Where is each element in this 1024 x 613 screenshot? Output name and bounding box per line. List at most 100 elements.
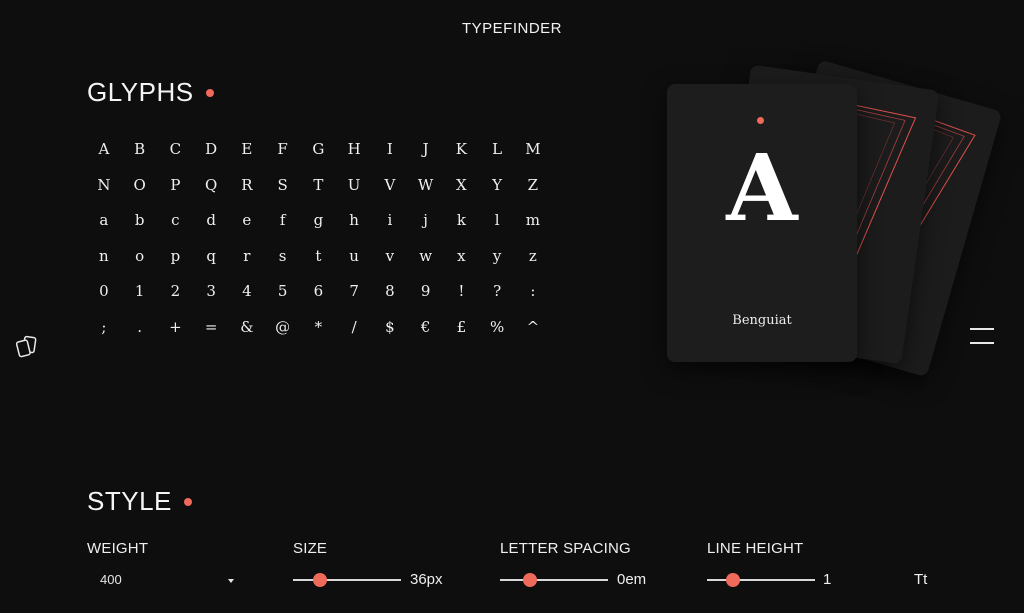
glyph-cell[interactable]: ^ xyxy=(515,315,551,351)
glyph-cell[interactable]: v xyxy=(372,244,408,280)
glyph-grid: ABCDEFGHIJKLM NOPQRSTUVWXYZabcdefghijklm n… xyxy=(86,137,551,351)
line-height-value: 1 xyxy=(823,571,832,588)
text-case-toggle[interactable]: Tt xyxy=(914,571,927,588)
glyph-cell[interactable]: z xyxy=(515,244,551,280)
glyph-cell[interactable]: k xyxy=(444,208,480,244)
glyph-cell[interactable]: P xyxy=(158,173,194,209)
glyph-cell[interactable]: Z xyxy=(515,173,551,209)
glyph-cell[interactable]: S xyxy=(265,173,301,209)
glyph-cell[interactable]: M xyxy=(515,137,551,173)
glyph-cell[interactable]: Q xyxy=(193,173,229,209)
glyph-cell[interactable]: F xyxy=(265,137,301,173)
letter-spacing-slider[interactable] xyxy=(500,572,608,588)
glyph-cell[interactable]: I xyxy=(372,137,408,173)
line-height-slider[interactable] xyxy=(707,572,815,588)
glyph-cell[interactable]: b xyxy=(122,208,158,244)
glyph-cell[interactable]: U xyxy=(336,173,372,209)
glyph-cell[interactable]: j xyxy=(408,208,444,244)
cards-icon[interactable] xyxy=(14,334,40,360)
glyph-cell[interactable]: @ xyxy=(265,315,301,351)
size-slider[interactable] xyxy=(293,572,401,588)
glyph-cell[interactable]: s xyxy=(265,244,301,280)
glyph-cell[interactable]: a xyxy=(86,208,122,244)
glyph-cell[interactable]: 0 xyxy=(86,279,122,315)
glyph-cell[interactable]: 3 xyxy=(193,279,229,315)
glyph-cell[interactable]: i xyxy=(372,208,408,244)
glyph-cell[interactable]: E xyxy=(229,137,265,173)
glyph-cell[interactable]: 5 xyxy=(265,279,301,315)
glyph-cell[interactable]: D xyxy=(193,137,229,173)
glyph-cell[interactable]: p xyxy=(158,244,194,280)
font-card-stack[interactable]: A Benguiat xyxy=(640,30,1003,380)
glyph-cell[interactable]: o xyxy=(122,244,158,280)
size-value: 36px xyxy=(410,571,443,588)
glyph-cell[interactable]: X xyxy=(444,173,480,209)
glyph-cell[interactable]: f xyxy=(265,208,301,244)
glyph-cell[interactable]: e xyxy=(229,208,265,244)
glyph-cell[interactable]: 9 xyxy=(408,279,444,315)
weight-select[interactable]: 400 xyxy=(88,568,238,592)
glyph-cell[interactable]: 1 xyxy=(122,279,158,315)
glyph-cell[interactable]: . xyxy=(122,315,158,351)
slider-thumb[interactable] xyxy=(313,573,327,587)
glyph-cell[interactable]: y xyxy=(479,244,515,280)
glyph-cell[interactable]: + xyxy=(158,315,194,351)
glyph-cell[interactable]: N xyxy=(86,173,122,209)
slider-track xyxy=(500,579,608,581)
glyph-cell[interactable]: ; xyxy=(86,315,122,351)
glyph-cell[interactable]: $ xyxy=(372,315,408,351)
glyph-cell[interactable]: B xyxy=(122,137,158,173)
glyph-cell[interactable]: l xyxy=(479,208,515,244)
glyph-cell[interactable]: £ xyxy=(444,315,480,351)
glyph-cell[interactable]: 4 xyxy=(229,279,265,315)
glyph-cell[interactable]: H xyxy=(336,137,372,173)
glyph-cell[interactable]: & xyxy=(229,315,265,351)
hamburger-menu-icon[interactable] xyxy=(970,328,994,344)
glyph-cell[interactable]: T xyxy=(301,173,337,209)
glyph-cell[interactable]: % xyxy=(479,315,515,351)
glyph-cell[interactable]: c xyxy=(158,208,194,244)
glyph-cell[interactable]: V xyxy=(372,173,408,209)
glyph-cell[interactable]: * xyxy=(301,315,337,351)
weight-label: WEIGHT xyxy=(87,540,149,557)
glyph-cell[interactable]: ! xyxy=(444,279,480,315)
glyph-cell[interactable]: = xyxy=(193,315,229,351)
glyph-cell[interactable]: d xyxy=(193,208,229,244)
glyph-cell[interactable]: L xyxy=(479,137,515,173)
card-accent-dot xyxy=(757,117,764,124)
glyph-cell[interactable]: x xyxy=(444,244,480,280)
glyphs-section-title: GLYPHS xyxy=(87,77,214,108)
style-section-title: STYLE xyxy=(87,486,192,517)
glyph-cell[interactable]: 7 xyxy=(336,279,372,315)
glyph-cell[interactable]: A xyxy=(86,137,122,173)
glyph-cell[interactable]: O xyxy=(122,173,158,209)
glyph-cell[interactable]: 6 xyxy=(301,279,337,315)
glyph-cell[interactable]: K xyxy=(444,137,480,173)
glyph-cell[interactable]: g xyxy=(301,208,337,244)
glyph-cell[interactable]: w xyxy=(408,244,444,280)
slider-thumb[interactable] xyxy=(523,573,538,587)
glyph-cell[interactable]: n xyxy=(86,244,122,280)
glyph-cell[interactable]: G xyxy=(301,137,337,173)
slider-thumb[interactable] xyxy=(725,573,740,587)
glyph-cell[interactable]: 2 xyxy=(158,279,194,315)
glyph-cell[interactable]: € xyxy=(408,315,444,351)
glyph-cell[interactable]: t xyxy=(301,244,337,280)
font-card[interactable]: A Benguiat xyxy=(667,84,857,362)
glyph-cell[interactable]: r xyxy=(229,244,265,280)
glyph-cell[interactable]: q xyxy=(193,244,229,280)
glyph-cell[interactable]: ? xyxy=(479,279,515,315)
glyph-cell[interactable]: Y xyxy=(479,173,515,209)
glyph-cell[interactable]: J xyxy=(408,137,444,173)
glyph-cell[interactable]: 8 xyxy=(372,279,408,315)
glyph-cell[interactable]: W xyxy=(408,173,444,209)
glyph-cell[interactable]: u xyxy=(336,244,372,280)
glyph-cell[interactable]: h xyxy=(336,208,372,244)
letter-spacing-label: LETTER SPACING xyxy=(500,540,631,557)
glyph-cell[interactable]: C xyxy=(158,137,194,173)
style-title-text: STYLE xyxy=(87,486,172,516)
glyph-cell[interactable]: m xyxy=(515,208,551,244)
glyph-cell[interactable]: R xyxy=(229,173,265,209)
glyph-cell[interactable]: : xyxy=(515,279,551,315)
glyph-cell[interactable]: / xyxy=(336,315,372,351)
